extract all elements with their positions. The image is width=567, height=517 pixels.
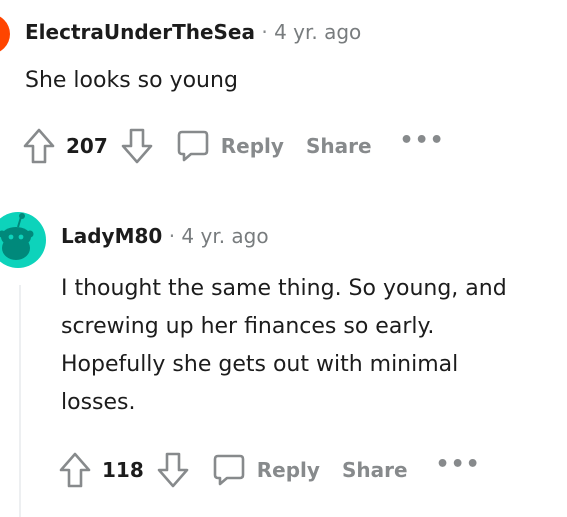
comment-text-line: losses. [61,390,136,415]
meta-separator: · [168,224,176,248]
comment-text-line: screwing up her finances so early. [61,314,435,339]
snoo-avatar-icon[interactable] [0,208,52,268]
share-button[interactable]: Share [342,458,408,482]
speech-bubble-icon [212,453,246,487]
comment-text-line: I thought the same thing. So young, and [61,276,507,301]
meta-separator: · [261,20,268,44]
comment-body: She looks so young [25,68,238,93]
speech-bubble-icon [176,129,210,163]
reply-button[interactable]: Reply [176,129,284,163]
reply-button[interactable]: Reply [212,453,320,487]
comment-text-line: She looks so young [25,68,238,93]
comment-timestamp[interactable]: 4 yr. ago [274,20,361,44]
comment-actions: 207 Reply Share ••• [22,124,445,168]
comment-author[interactable]: ElectraUnderTheSea [25,20,255,44]
more-options-button[interactable]: ••• [436,452,481,477]
avatar-icon[interactable] [0,12,12,56]
upvote-arrow-icon[interactable] [22,127,56,165]
comment-timestamp[interactable]: 4 yr. ago [181,224,268,248]
reply-label: Reply [256,458,320,482]
comment-header: ElectraUnderTheSea · 4 yr. ago [25,20,361,44]
comment-text-line: Hopefully she gets out with minimal [61,352,459,377]
comment-header: LadyM80 · 4 yr. ago [61,224,269,248]
comment-actions: 118 Reply Share ••• [58,448,481,492]
downvote-arrow-icon[interactable] [120,127,154,165]
share-button[interactable]: Share [306,134,372,158]
more-options-button[interactable]: ••• [400,128,445,153]
reply-label: Reply [220,134,284,158]
comment-body: I thought the same thing. So young, and … [61,270,561,422]
upvote-arrow-icon[interactable] [58,451,92,489]
vote-score: 207 [66,134,108,158]
comment-author[interactable]: LadyM80 [61,224,162,248]
thread-line[interactable] [19,285,21,517]
vote-score: 118 [102,458,144,482]
downvote-arrow-icon[interactable] [156,451,190,489]
